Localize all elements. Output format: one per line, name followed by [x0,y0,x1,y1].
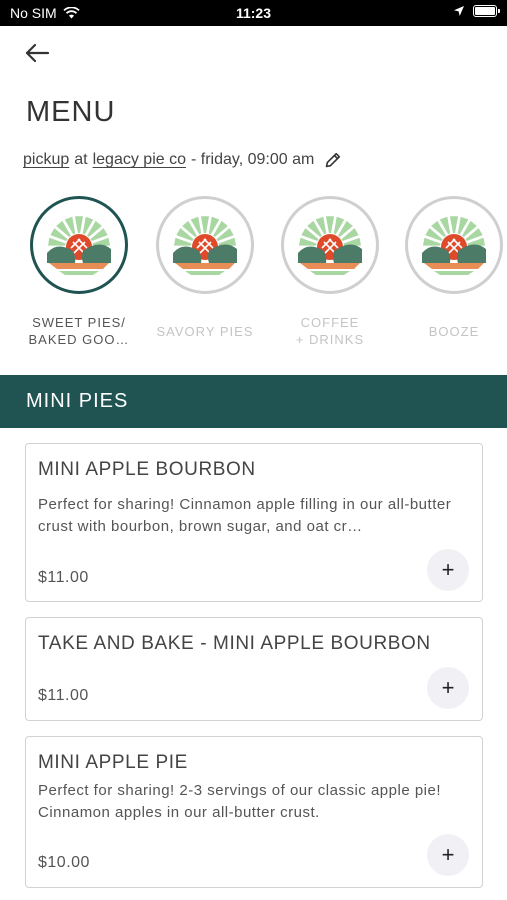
category-label-line2: + DRINKS [295,332,365,347]
pie-logo-icon [47,216,111,275]
pie-logo-icon [298,216,362,275]
category-logo [281,196,379,294]
add-item-button[interactable]: + [427,667,469,709]
pie-logo-icon [422,216,486,275]
item-price: $11.00 [38,569,89,586]
pickup-time-label: - friday, 09:00 am [190,151,315,168]
item-name: MINI APPLE BOURBON [38,459,256,480]
category-label: SWEET PIES/ BAKED GOO… [19,314,139,348]
section-header: MINI PIES [0,375,507,428]
status-bar: No SIM 11:23 [0,0,507,26]
arrow-left-icon [25,43,50,63]
category-label-line2: BAKED GOO… [28,332,130,347]
pencil-icon [325,152,341,168]
item-name: MINI APPLE PIE [38,752,188,773]
plus-icon: + [441,557,455,582]
pie-logo-icon [173,216,237,275]
category-logo [156,196,254,294]
order-info: pickup at legacy pie co - friday, 09:00 … [23,151,342,169]
category-logo [30,196,128,294]
category-label-line1: COFFEE [300,315,360,330]
status-right [453,5,500,17]
pickup-method-link[interactable]: pickup [23,151,69,169]
location-link[interactable]: legacy pie co [93,151,186,169]
add-item-button[interactable]: + [427,549,469,591]
category-label: BOOZE [394,323,507,340]
menu-item-card[interactable]: MINI APPLE BOURBON Perfect for sharing! … [25,443,483,602]
category-coffee-drinks[interactable]: COFFEE + DRINKS [270,196,390,348]
menu-item-card[interactable]: TAKE AND BAKE - MINI APPLE BOURBON $11.0… [25,617,483,721]
plus-icon: + [441,675,455,700]
item-description: Perfect for sharing! Cinnamon apple fill… [38,496,452,535]
category-tabs: SWEET PIES/ BAKED GOO… SAVORY PIES COFFE… [0,196,507,356]
category-label-line1: SAVORY PIES [156,324,254,339]
category-label-line1: SWEET PIES/ [32,315,126,330]
category-label: SAVORY PIES [145,323,265,340]
add-item-button[interactable]: + [427,834,469,876]
category-booze[interactable]: BOOZE [394,196,507,340]
page-title: MENU [26,96,116,128]
edit-order-button[interactable] [324,151,342,169]
item-price: $10.00 [38,854,90,871]
menu-item-card[interactable]: MINI APPLE PIE Perfect for sharing! 2-3 … [25,736,483,888]
back-button[interactable] [22,38,54,68]
category-logo [405,196,503,294]
item-name: TAKE AND BAKE - MINI APPLE BOURBON [38,633,431,654]
item-description: Perfect for sharing! 2-3 servings of our… [38,782,442,821]
category-savory-pies[interactable]: SAVORY PIES [145,196,265,340]
category-label-line1: BOOZE [428,324,480,339]
status-time: 11:23 [235,5,272,21]
plus-icon: + [441,842,455,867]
battery-icon [473,5,500,17]
category-label: COFFEE + DRINKS [270,314,390,348]
at-label: at [74,151,88,168]
location-arrow-icon [454,6,464,16]
category-sweet-pies[interactable]: SWEET PIES/ BAKED GOO… [19,196,139,348]
item-price: $11.00 [38,687,89,704]
